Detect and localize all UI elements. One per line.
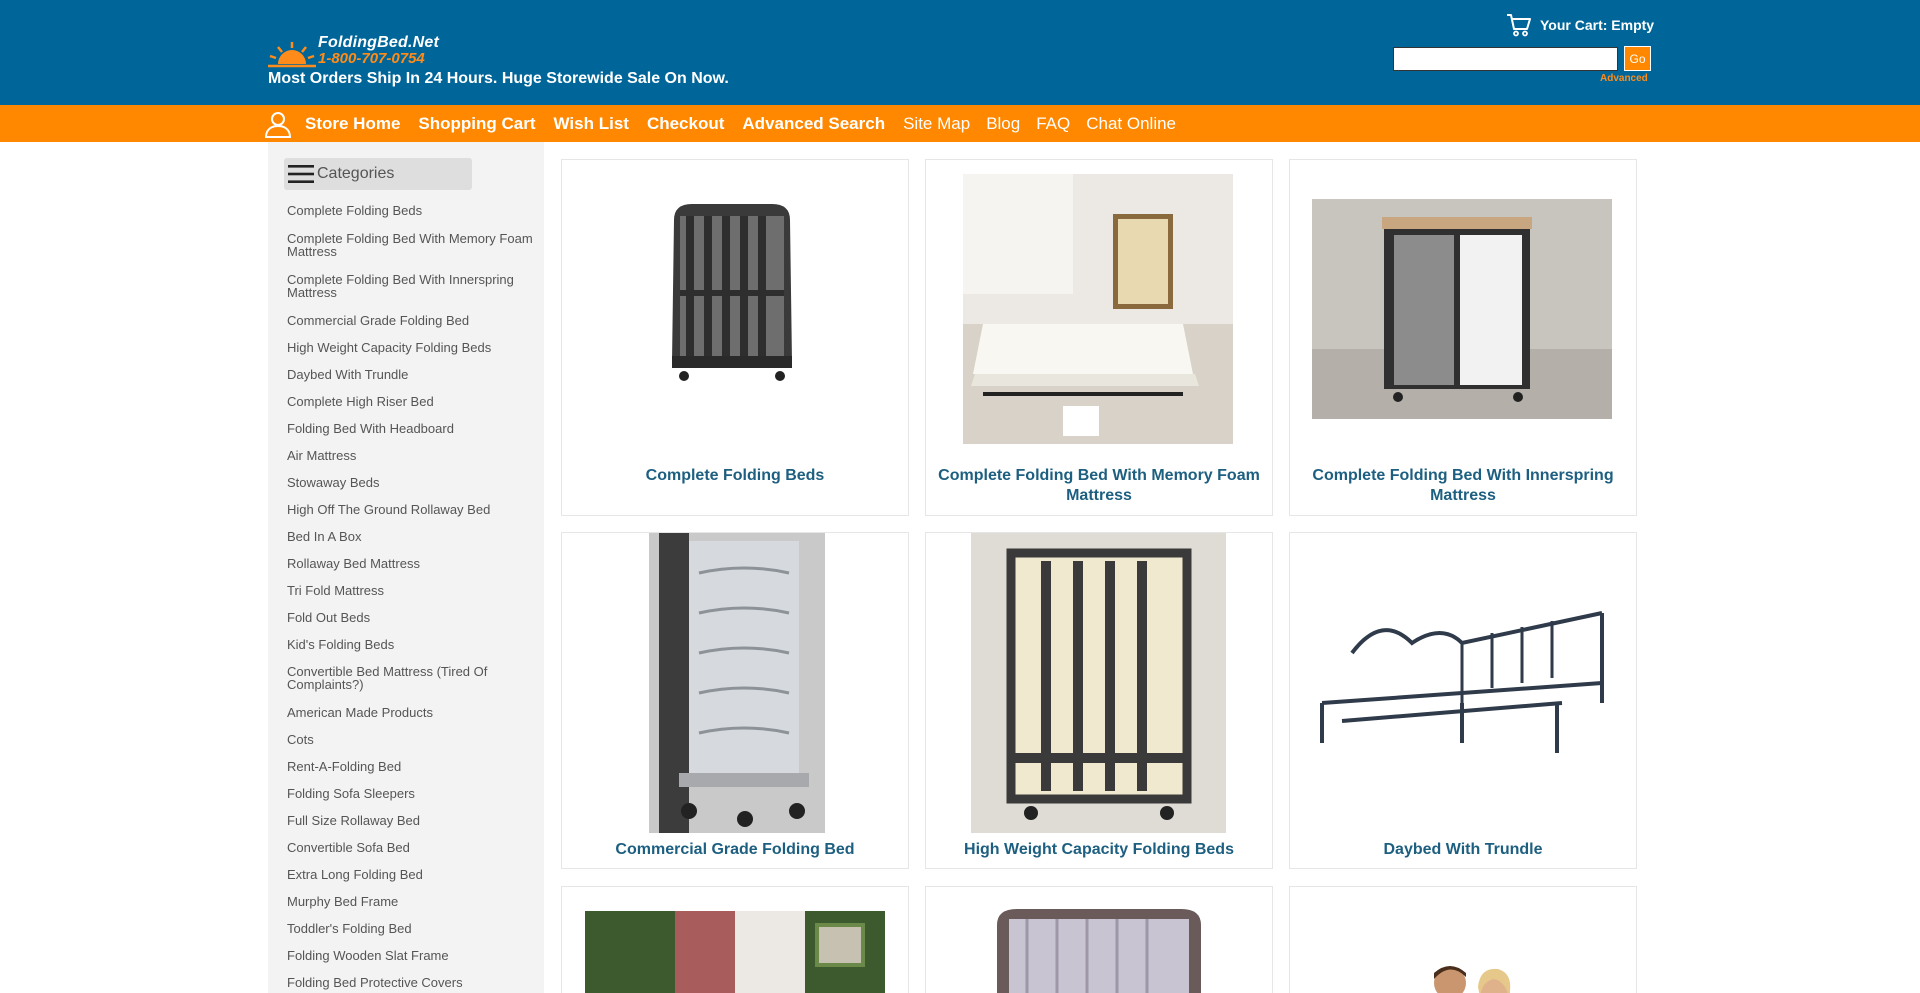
category-link[interactable]: Extra Long Folding Bed [287,868,535,881]
nav-links: Store Home Shopping Cart Wish List Check… [305,105,1192,142]
nav-blog[interactable]: Blog [986,114,1020,134]
shopping-cart-icon [1507,14,1531,37]
user-account-icon[interactable] [264,110,292,138]
category-link[interactable]: American Made Products [287,706,535,719]
hamburger-menu-icon [288,165,314,183]
nav-chat-online[interactable]: Chat Online [1086,114,1176,134]
category-link[interactable]: Convertible Sofa Bed [287,841,535,854]
category-link[interactable]: Air Mattress [287,449,535,462]
product-image [971,533,1226,833]
category-link[interactable]: Folding Sofa Sleepers [287,787,535,800]
search-go-button[interactable]: Go [1624,46,1651,71]
category-link[interactable]: Murphy Bed Frame [287,895,535,908]
product-image [649,533,825,833]
nav-wish-list[interactable]: Wish List [554,114,629,134]
categories-sidebar: Categories Complete Folding Beds Complet… [268,142,544,993]
site-logo[interactable]: FoldingBed.Net 1-800-707-0754 [268,34,468,68]
product-title[interactable]: High Weight Capacity Folding Beds [936,840,1262,860]
product-title[interactable]: Complete Folding Beds [572,466,898,486]
category-link[interactable]: Complete Folding Bed With Innerspring Ma… [287,273,535,299]
product-card[interactable]: Complete Folding Bed With Innerspring Ma… [1289,159,1637,516]
site-header: FoldingBed.Net 1-800-707-0754 Most Order… [0,0,1920,105]
product-title[interactable]: Daybed With Trundle [1300,840,1626,860]
product-card[interactable] [561,886,909,993]
cart-status-label: Your Cart: Empty [1540,17,1655,33]
category-link[interactable]: High Off The Ground Rollaway Bed [287,503,535,516]
product-image [585,911,885,993]
main-nav: Store Home Shopping Cart Wish List Check… [0,105,1920,142]
category-link[interactable]: High Weight Capacity Folding Beds [287,341,535,354]
categories-toggle[interactable]: Categories [284,158,472,190]
product-image [1434,966,1511,993]
search-input[interactable] [1393,47,1618,71]
nav-shopping-cart[interactable]: Shopping Cart [418,114,535,134]
category-link[interactable]: Stowaway Beds [287,476,535,489]
category-link[interactable]: Full Size Rollaway Bed [287,814,535,827]
advanced-search-link[interactable]: Advanced [1600,73,1648,84]
category-link[interactable]: Commercial Grade Folding Bed [287,314,535,327]
product-image [997,909,1201,993]
category-link[interactable]: Folding Bed With Headboard [287,422,535,435]
product-card[interactable]: Complete Folding Bed With Memory Foam Ma… [925,159,1273,516]
product-card[interactable] [1289,886,1637,993]
category-link[interactable]: Rent-A-Folding Bed [287,760,535,773]
category-link[interactable]: Tri Fold Mattress [287,584,535,597]
nav-faq[interactable]: FAQ [1036,114,1070,134]
category-link[interactable]: Complete Folding Bed With Memory Foam Ma… [287,232,535,258]
category-link[interactable]: Complete Folding Beds [287,204,535,217]
category-link[interactable]: Kid's Folding Beds [287,638,535,651]
product-card[interactable]: Daybed With Trundle [1289,532,1637,869]
product-image [1320,611,1604,753]
product-title[interactable]: Complete Folding Bed With Innerspring Ma… [1300,466,1626,506]
nav-site-map[interactable]: Site Map [903,114,970,134]
product-image [672,204,792,381]
header-tagline: Most Orders Ship In 24 Hours. Huge Store… [268,70,729,87]
category-link[interactable]: Complete High Riser Bed [287,395,535,408]
product-card[interactable] [925,886,1273,993]
category-link[interactable]: Folding Bed Protective Covers [287,976,535,989]
nav-checkout[interactable]: Checkout [647,114,724,134]
nav-store-home[interactable]: Store Home [305,114,400,134]
product-image [963,174,1233,444]
nav-advanced-search[interactable]: Advanced Search [742,114,885,134]
product-card[interactable]: Commercial Grade Folding Bed [561,532,909,869]
category-link[interactable]: Folding Wooden Slat Frame [287,949,535,962]
category-link[interactable]: Toddler's Folding Bed [287,922,535,935]
product-card[interactable]: Complete Folding Beds [561,159,909,516]
category-link[interactable]: Daybed With Trundle [287,368,535,381]
product-title[interactable]: Complete Folding Bed With Memory Foam Ma… [936,466,1262,506]
category-link[interactable]: Cots [287,733,535,746]
category-link[interactable]: Convertible Bed Mattress (Tired Of Compl… [287,665,535,691]
cart-link[interactable]: Your Cart: Empty [1506,13,1654,37]
category-link[interactable]: Rollaway Bed Mattress [287,557,535,570]
category-list: Complete Folding Beds Complete Folding B… [287,204,535,993]
sunrise-logo-icon [268,42,316,68]
categories-heading: Categories [317,165,395,182]
category-link[interactable]: Bed In A Box [287,530,535,543]
product-image [1312,199,1612,419]
logo-phone-number: 1-800-707-0754 [318,50,425,67]
category-link[interactable]: Fold Out Beds [287,611,535,624]
product-title[interactable]: Commercial Grade Folding Bed [572,840,898,860]
product-card[interactable]: High Weight Capacity Folding Beds [925,532,1273,869]
